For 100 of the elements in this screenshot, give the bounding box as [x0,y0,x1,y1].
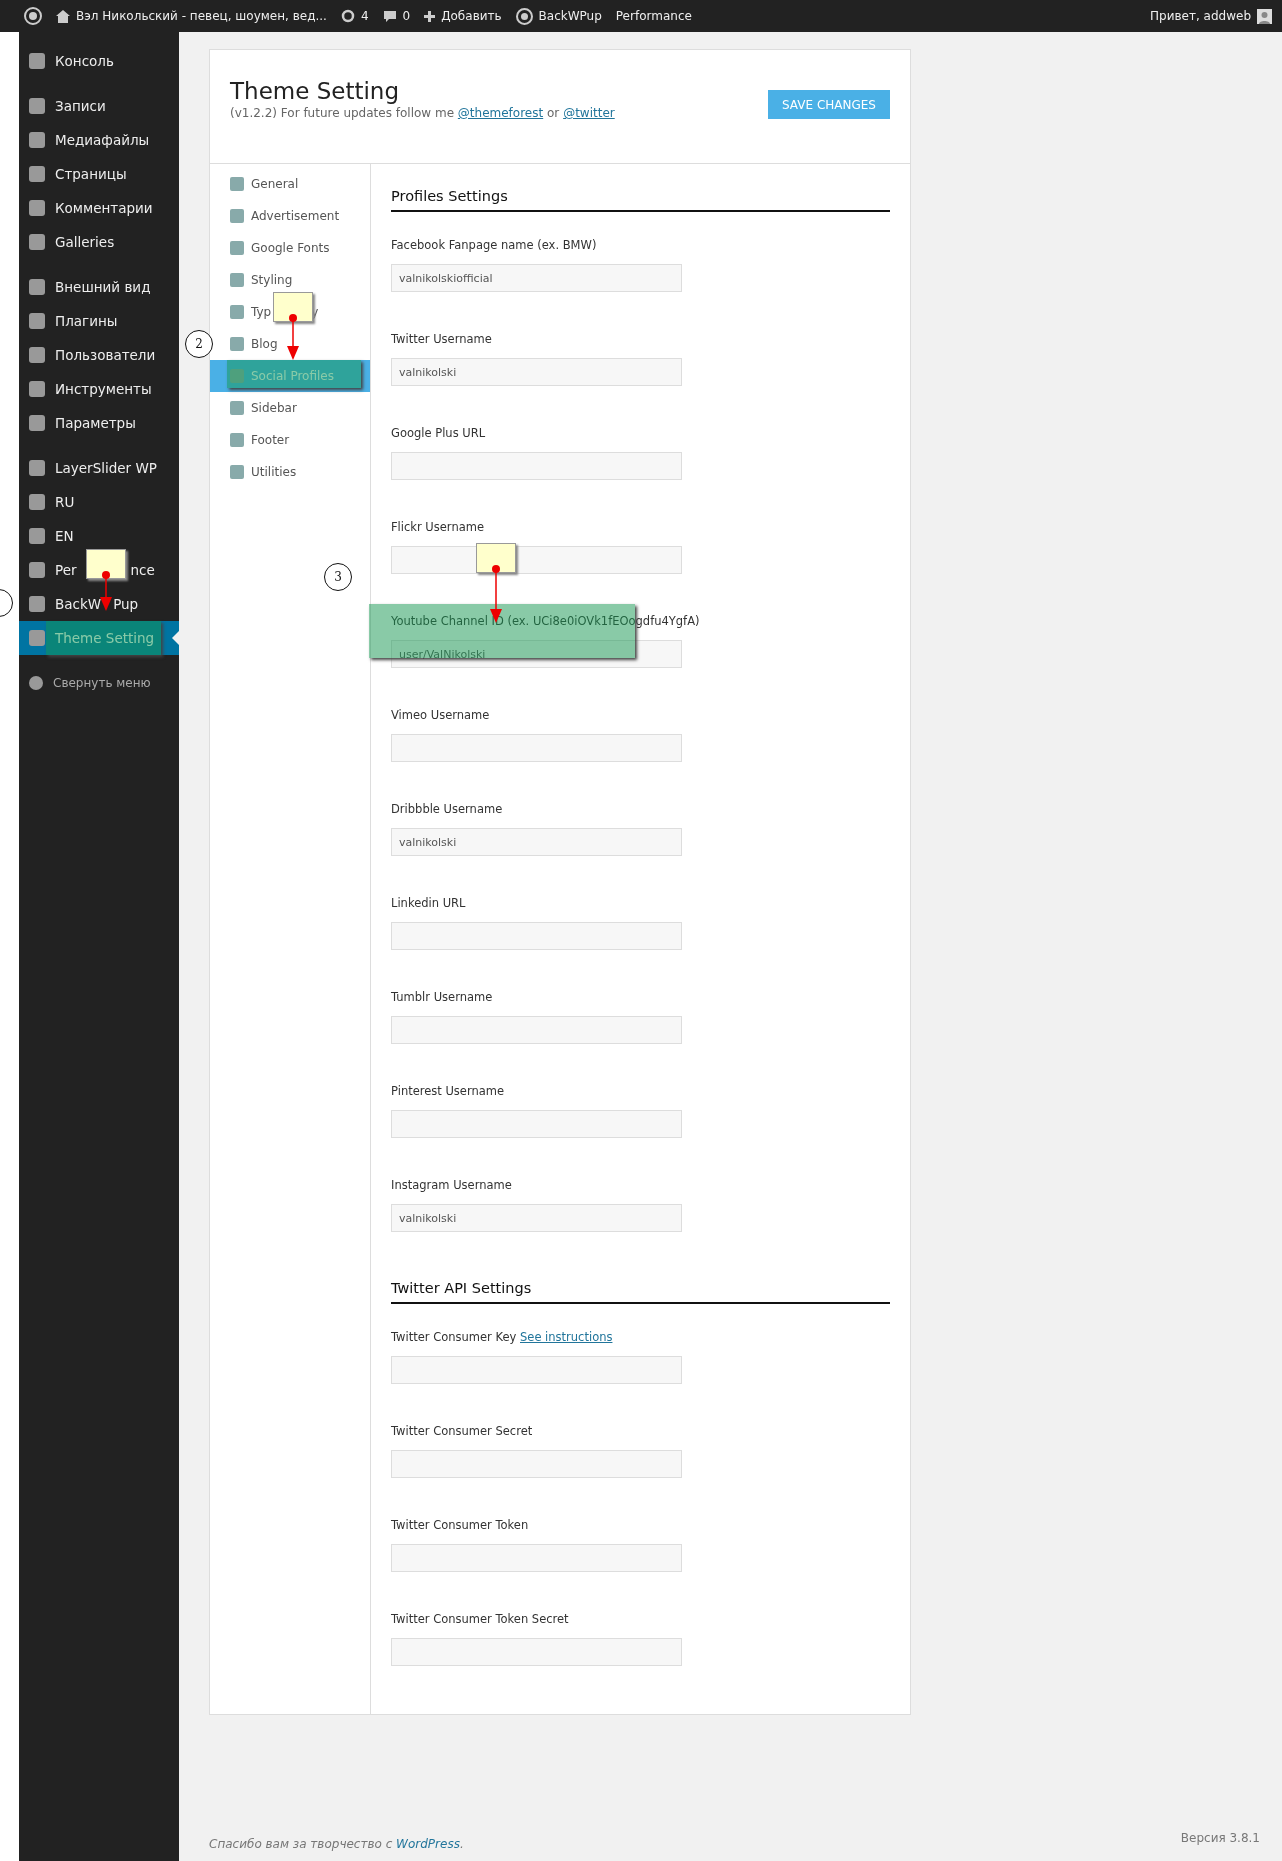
admin-menu-item[interactable]: Комментарии [19,191,179,225]
menu-square-icon [29,200,45,216]
admin-menu-item[interactable]: Консоль [19,44,179,78]
admin-menu-item[interactable]: Параметры [19,406,179,440]
field-label: Twitter Consumer Key See instructions [391,1330,614,1346]
field-label: Flickr Username [391,520,485,536]
admin-menu-item[interactable]: EN [19,519,179,553]
menu-square-icon [29,381,45,397]
menu-square-icon [29,132,45,148]
menu-label: Google Fonts [251,241,330,255]
collapse-icon[interactable] [29,676,43,690]
menu-label: Footer [251,433,290,447]
field-label: Twitter Consumer Secret [391,1424,534,1440]
step-circle: 3 [324,563,352,591]
panel-title: Theme Setting [230,78,400,104]
menu-square-icon [230,433,244,447]
menu-square-icon [29,460,45,476]
menu-square-icon [230,273,244,287]
admin-menu-item[interactable]: Пользователи [19,338,179,372]
settings-menu-item[interactable]: Utilities [210,456,370,488]
performance-link[interactable]: Performance [615,9,692,23]
menu-label: Sidebar [251,401,297,415]
input-field[interactable] [391,1450,682,1478]
new-link[interactable]: Добавить [441,9,502,23]
arrow [490,565,502,623]
collapse-menu-link[interactable]: Свернуть меню [53,676,151,690]
settings-menu-item[interactable]: Google Fonts [210,232,370,264]
menu-square-icon [230,369,244,383]
twitter-link[interactable]: @twitter [563,106,615,120]
admin-menu-label: Пользователи [55,347,156,363]
admin-menu-label: Параметры [55,415,136,431]
field-label: Dribbble Username [391,802,504,818]
input-field[interactable] [391,1110,682,1138]
admin-menu-item[interactable]: Per nce [19,553,179,587]
settings-menu-item[interactable]: Advertisement [210,200,370,232]
admin-menu-item[interactable]: Плагины [19,304,179,338]
admin-menu-item[interactable]: LayerSlider WP [19,451,179,485]
admin-menu-label: Страницы [55,166,127,182]
admin-menu-label: Плагины [55,313,118,329]
menu-square-icon [29,596,45,612]
wordpress-logo-icon[interactable] [24,7,42,25]
input-field[interactable] [391,922,682,950]
plus-icon[interactable] [424,10,436,22]
updates-count: 4 [360,9,369,23]
field-label: Linkedin URL [391,896,467,912]
comment-icon[interactable] [382,9,397,23]
section-title: Profiles Settings [391,188,890,212]
home-icon[interactable] [56,9,70,23]
admin-menu-item[interactable]: BackW Pup [19,587,179,621]
menu-label: Social Profiles [251,369,334,383]
menu-square-icon [29,98,45,114]
admin-menu-label: Инструменты [55,381,152,397]
version-text: Версия 3.8.1 [1180,1831,1260,1847]
plugin-link[interactable]: BackWPup [538,9,602,23]
step-circle: 2 [185,330,213,358]
themeforest-link[interactable]: @themeforest [457,106,544,120]
admin-menu-label: Консоль [55,53,114,69]
greeting-link[interactable]: Привет, addweb [1150,9,1251,23]
admin-menu-label: BackW Pup [55,596,139,612]
field-label: Twitter Consumer Token [391,1518,530,1534]
admin-menu-item[interactable]: Медиафайлы [19,123,179,157]
field-label: Google Plus URL [391,426,487,442]
admin-menu-label: Per nce [55,562,155,578]
admin-menu-label: Комментарии [55,200,153,216]
input-field[interactable] [391,1544,682,1572]
settings-menu-item[interactable]: Sidebar [210,392,370,424]
field-label: Twitter Consumer Token Secret [391,1612,570,1628]
admin-menu-item[interactable]: Записи [19,89,179,123]
input-field[interactable] [391,452,682,480]
admin-menu-label: Внешний вид [55,279,151,295]
input-field[interactable] [391,734,682,762]
admin-menu-item[interactable]: Внешний вид [19,270,179,304]
menu-label: Advertisement [251,209,340,223]
settings-menu-item[interactable]: General [210,168,370,200]
input-field[interactable]: valnikolskiofficial [391,264,682,292]
menu-label: Utilities [251,465,297,479]
field-label: Tumblr Username [391,990,494,1006]
menu-square-icon [29,415,45,431]
input-field[interactable] [391,1356,682,1384]
section-title: Twitter API Settings [391,1280,890,1304]
instructions-link[interactable]: See instructions [520,1330,613,1344]
input-field[interactable]: valnikolski [391,828,682,856]
admin-menu-item[interactable]: RU [19,485,179,519]
input-field[interactable] [391,1016,682,1044]
wordpress-link[interactable]: WordPress [396,1837,460,1851]
site-title-link[interactable]: Вэл Никольский - певец, шоумен, вед... [76,9,327,23]
avatar-icon[interactable] [1257,8,1272,24]
input-field[interactable]: valnikolski [391,358,682,386]
current-pointer-icon [172,631,179,645]
settings-menu-item[interactable]: Footer [210,424,370,456]
circle-logo-icon[interactable] [515,7,533,25]
input-field[interactable] [391,1638,682,1666]
settings-menu-item[interactable]: Styling [210,264,370,296]
admin-menu-item[interactable]: Galleries [19,225,179,259]
field-label: Pinterest Username [391,1084,506,1100]
admin-menu-item[interactable]: Страницы [19,157,179,191]
admin-menu-item[interactable]: Инструменты [19,372,179,406]
input-field[interactable]: valnikolski [391,1204,682,1232]
refresh-icon[interactable] [340,9,355,23]
settings-menu-item[interactable]: Blog [210,328,370,360]
